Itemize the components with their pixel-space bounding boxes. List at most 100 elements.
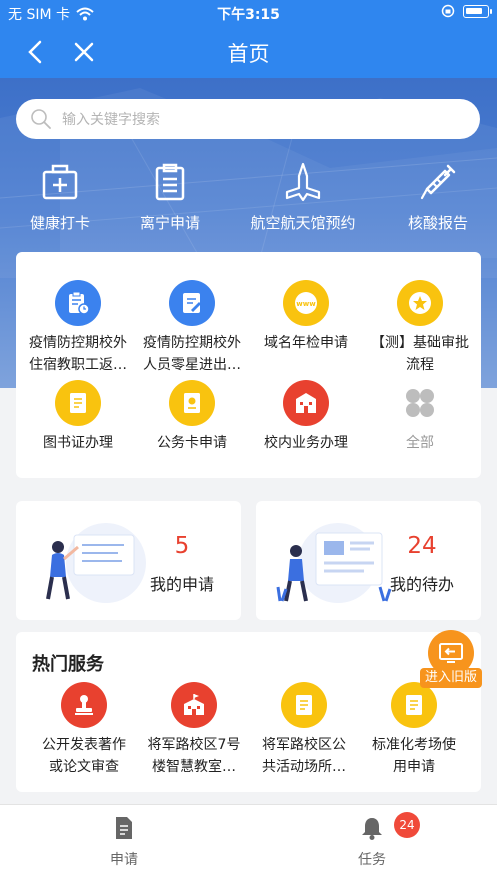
hot-service-label: 将军路校区公 共活动场所… — [244, 734, 364, 778]
person-dashboard-illustration — [276, 523, 392, 603]
app-icon-circle — [397, 380, 443, 426]
enter-old-version-button[interactable]: 进入旧版 — [420, 630, 482, 690]
svg-text:www: www — [296, 300, 316, 308]
app-icon-circle — [169, 280, 215, 326]
quick-action-aerospace[interactable]: 航空航天馆预约 — [240, 162, 366, 233]
screen-back-icon — [439, 643, 463, 663]
card-icon — [184, 393, 200, 413]
app-item-official-card[interactable]: 公务卡申请 — [134, 380, 250, 454]
hot-service-line2: 楼智慧教室… — [152, 759, 236, 775]
tab-apply[interactable]: 申请 — [64, 815, 184, 869]
app-label-line1: 疫情防控期校外 — [29, 335, 127, 351]
quick-action-leave[interactable]: 离宁申请 — [128, 162, 212, 233]
medical-kit-icon — [42, 164, 78, 200]
clipboard-icon — [155, 163, 185, 201]
search-icon — [31, 109, 51, 129]
airplane-icon — [285, 162, 321, 202]
app-label-line1: 全部 — [406, 435, 434, 451]
document-icon — [406, 695, 422, 715]
document-edit-icon — [183, 293, 201, 313]
orientation-lock-icon — [441, 4, 455, 18]
quick-action-health[interactable]: 健康打卡 — [18, 162, 102, 233]
my-todos-card[interactable]: 24 我的待办 — [256, 501, 481, 620]
nav-bar: 首页 — [0, 26, 497, 78]
app-icon-circle — [169, 380, 215, 426]
hot-service-line1: 标准化考场使 — [372, 737, 456, 753]
app-label-line1: 公务卡申请 — [157, 435, 227, 451]
quick-action-label: 离宁申请 — [139, 214, 200, 232]
hot-service-line2: 用申请 — [393, 759, 435, 775]
hot-icon-circle — [61, 682, 107, 728]
app-label-line1: 疫情防控期校外 — [143, 335, 241, 351]
app-grid: 疫情防控期校外 住宿教职工返… 疫情防控期校外 人员零星进出… www 域名年检… — [16, 252, 481, 478]
hot-service-line1: 将军路校区7号 — [147, 737, 241, 753]
app-label: 校内业务办理 — [248, 432, 364, 454]
hot-icon-circle — [171, 682, 217, 728]
search-bar[interactable]: 输入关键字搜索 — [16, 99, 480, 139]
app-item-campus-business[interactable]: 校内业务办理 — [248, 380, 364, 454]
app-icon-circle — [55, 380, 101, 426]
my-todos-count: 24 — [407, 533, 437, 559]
my-applications-label: 我的申请 — [149, 575, 214, 594]
app-icon-circle — [283, 380, 329, 426]
building-icon — [296, 393, 316, 413]
app-item-basic-approval[interactable]: 【测】基础审批 流程 — [362, 280, 478, 376]
app-label-line2: 人员零星进出… — [143, 357, 241, 373]
clipboard-clock-icon — [69, 291, 90, 315]
my-applications-count: 5 — [174, 533, 190, 559]
hot-service-label: 将军路校区7号 楼智慧教室… — [134, 734, 254, 778]
app-label-line2: 住宿教职工返… — [29, 357, 127, 373]
my-todos-label: 我的待办 — [389, 575, 454, 594]
document-tab-icon — [116, 817, 132, 839]
status-bar: 无 SIM 卡 下午3:15 — [0, 0, 497, 26]
hot-icon-circle — [281, 682, 327, 728]
quick-action-nucleic[interactable]: 核酸报告 — [396, 162, 480, 233]
hot-service-line1: 公开发表著作 — [42, 737, 126, 753]
tab-bar: 申请 任务 — [0, 804, 497, 883]
app-item-domain[interactable]: www 域名年检申请 — [248, 280, 364, 354]
hot-service-line2: 或论文审查 — [49, 759, 119, 775]
book-card-icon — [70, 393, 86, 413]
hot-service-smart-classroom[interactable]: 将军路校区7号 楼智慧教室… — [134, 682, 254, 778]
hot-service-line2: 共活动场所… — [262, 759, 346, 775]
star-badge-icon — [409, 292, 431, 314]
quick-actions: 健康打卡 离宁申请 航空航天馆预约 核酸报告 — [0, 162, 497, 232]
bell-icon — [362, 818, 382, 840]
search-placeholder: 输入关键字搜索 — [62, 112, 160, 128]
app-item-library-card[interactable]: 图书证办理 — [20, 380, 136, 454]
app-label: 域名年检申请 — [248, 332, 364, 354]
hot-service-public-venue[interactable]: 将军路校区公 共活动场所… — [244, 682, 364, 778]
all-apps-icon — [406, 389, 434, 417]
tab-apply-label: 申请 — [110, 852, 138, 868]
app-label: 公务卡申请 — [134, 432, 250, 454]
app-item-epidemic-visitor[interactable]: 疫情防控期校外 人员零星进出… — [134, 280, 250, 376]
my-applications-card[interactable]: 5 我的申请 — [16, 501, 241, 620]
quick-action-label: 健康打卡 — [29, 214, 90, 232]
app-label-line1: 校内业务办理 — [264, 435, 348, 451]
quick-action-label: 航空航天馆预约 — [250, 214, 356, 232]
app-label-line1: 图书证办理 — [43, 435, 113, 451]
hot-service-exam-room[interactable]: 标准化考场使 用申请 — [354, 682, 474, 778]
syringe-icon — [420, 164, 456, 200]
document-icon — [296, 695, 312, 715]
tab-tasks-label: 任务 — [358, 852, 386, 868]
quick-action-label: 核酸报告 — [407, 214, 468, 232]
app-item-epidemic-staff[interactable]: 疫情防控期校外 住宿教职工返… — [20, 280, 136, 376]
hot-service-publication[interactable]: 公开发表著作 或论文审查 — [24, 682, 144, 778]
page-title: 首页 — [227, 42, 270, 66]
hot-services-section: 热门服务 公开发表著作 或论文审查 将军路校区7号 楼智慧教室… 将军路校区公 … — [16, 632, 481, 792]
www-globe-icon: www — [295, 292, 317, 314]
old-version-label: 进入旧版 — [420, 668, 482, 688]
tasks-badge: 24 — [394, 812, 420, 838]
stamp-icon — [75, 695, 93, 715]
hot-service-line1: 将军路校区公 — [262, 737, 346, 753]
person-application-illustration — [46, 523, 146, 603]
status-time: 下午3:15 — [217, 7, 280, 23]
building-flag-icon — [184, 694, 204, 715]
app-label-line1: 【测】基础审批 — [371, 335, 469, 351]
app-item-all[interactable]: 全部 — [362, 380, 478, 454]
app-label: 【测】基础审批 流程 — [362, 332, 478, 376]
status-right — [441, 4, 492, 18]
app-label: 图书证办理 — [20, 432, 136, 454]
app-label-line2: 流程 — [406, 357, 434, 373]
